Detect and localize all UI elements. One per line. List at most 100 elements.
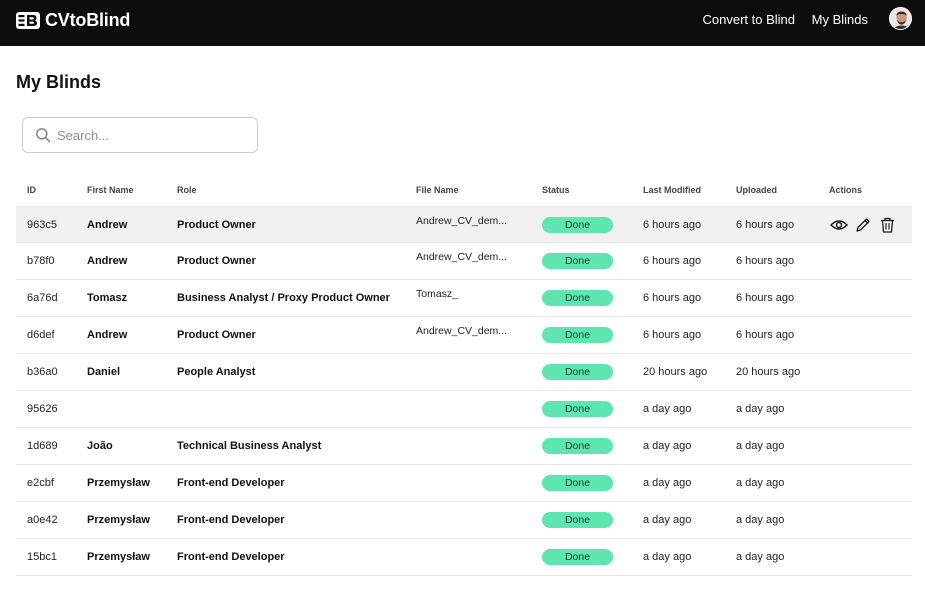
header-id[interactable]: ID bbox=[27, 185, 36, 195]
cell-uploaded: a day ago bbox=[736, 477, 785, 489]
search-input[interactable] bbox=[57, 118, 253, 152]
cell-role: Front-end Developer bbox=[177, 477, 285, 489]
cell-last-modified: a day ago bbox=[643, 477, 692, 489]
search-box[interactable] bbox=[22, 117, 258, 153]
logo-icon bbox=[16, 12, 40, 29]
cell-id: 15bc1 bbox=[27, 551, 57, 563]
search-icon bbox=[36, 128, 51, 143]
cell-first-name: Andrew bbox=[87, 329, 128, 341]
table-body: 963c5 Andrew Product Owner Andrew_CV_dem… bbox=[16, 206, 912, 576]
status-badge: Done bbox=[542, 401, 613, 417]
header-last-modified[interactable]: Last Modified bbox=[643, 185, 701, 195]
cell-last-modified: 6 hours ago bbox=[643, 219, 702, 231]
cell-uploaded: 6 hours ago bbox=[736, 255, 795, 267]
cell-role: People Analyst bbox=[177, 366, 256, 378]
cell-last-modified: 20 hours ago bbox=[643, 366, 708, 378]
cell-id: a0e42 bbox=[27, 514, 58, 526]
status-badge: Done bbox=[542, 438, 613, 454]
avatar-icon bbox=[890, 8, 911, 29]
cell-first-name: Tomasz bbox=[87, 292, 128, 304]
cell-first-name: João bbox=[87, 440, 113, 452]
cell-role: Front-end Developer bbox=[177, 551, 285, 563]
nav-my-blinds[interactable]: My Blinds bbox=[812, 12, 868, 27]
table-row[interactable]: d6def Andrew Product Owner Andrew_CV_dem… bbox=[16, 317, 912, 354]
status-badge: Done bbox=[542, 364, 613, 380]
table-row[interactable]: 1d689 João Technical Business Analyst Do… bbox=[16, 428, 912, 465]
status-badge: Done bbox=[542, 217, 613, 233]
cell-id: 963c5 bbox=[27, 219, 57, 231]
header-status[interactable]: Status bbox=[542, 185, 570, 195]
table-row[interactable]: b36a0 Daniel People Analyst Done 20 hour… bbox=[16, 354, 912, 391]
table-row[interactable]: b78f0 Andrew Product Owner Andrew_CV_dem… bbox=[16, 243, 912, 280]
blinds-table: ID First Name Role File Name Status Last… bbox=[16, 180, 912, 576]
cell-uploaded: 20 hours ago bbox=[736, 366, 801, 378]
pencil-icon bbox=[856, 218, 870, 232]
cell-id: 1d689 bbox=[27, 440, 58, 452]
status-badge: Done bbox=[542, 290, 613, 306]
cell-last-modified: a day ago bbox=[643, 514, 692, 526]
cell-uploaded: a day ago bbox=[736, 551, 785, 563]
table-row[interactable]: 95626 Done a day ago a day ago bbox=[16, 391, 912, 428]
cell-file-name: Andrew_CV_dem... bbox=[416, 251, 508, 263]
cell-role: Business Analyst / Proxy Product Owner bbox=[177, 292, 390, 304]
view-button[interactable] bbox=[829, 216, 849, 234]
cell-first-name: Daniel bbox=[87, 366, 121, 378]
cell-role: Product Owner bbox=[177, 255, 256, 267]
cell-first-name: Andrew bbox=[87, 255, 128, 267]
header-first-name[interactable]: First Name bbox=[87, 185, 134, 195]
cell-role: Product Owner bbox=[177, 219, 256, 231]
cell-role: Technical Business Analyst bbox=[177, 440, 322, 452]
table-row[interactable]: 963c5 Andrew Product Owner Andrew_CV_dem… bbox=[16, 206, 912, 243]
status-badge: Done bbox=[542, 475, 613, 491]
cell-id: b78f0 bbox=[27, 255, 55, 267]
cell-first-name: Andrew bbox=[87, 219, 128, 231]
top-navbar: CVtoBlind Convert to Blind My Blinds bbox=[0, 0, 925, 46]
cell-last-modified: 6 hours ago bbox=[643, 255, 702, 267]
eye-icon bbox=[830, 220, 848, 230]
status-badge: Done bbox=[542, 327, 613, 343]
cell-uploaded: 6 hours ago bbox=[736, 329, 795, 341]
table-row[interactable]: 6a76d Tomasz Business Analyst / Proxy Pr… bbox=[16, 280, 912, 317]
edit-button[interactable] bbox=[853, 216, 873, 234]
user-avatar[interactable] bbox=[889, 7, 912, 30]
table-row[interactable]: 15bc1 Przemysław Front-end Developer Don… bbox=[16, 539, 912, 576]
status-badge: Done bbox=[542, 253, 613, 269]
nav-convert-to-blind[interactable]: Convert to Blind bbox=[703, 12, 796, 27]
delete-button[interactable] bbox=[877, 216, 897, 234]
header-uploaded[interactable]: Uploaded bbox=[736, 185, 777, 195]
cell-first-name: Przemysław bbox=[87, 514, 150, 526]
cell-uploaded: 6 hours ago bbox=[736, 219, 795, 231]
cell-id: 6a76d bbox=[27, 292, 58, 304]
page-title: My Blinds bbox=[16, 72, 102, 92]
cell-first-name: Przemysław bbox=[87, 551, 150, 563]
app-name: CVtoBlind bbox=[45, 10, 131, 30]
header-file-name[interactable]: File Name bbox=[416, 185, 459, 195]
cell-file-name: Andrew_CV_dem... bbox=[416, 215, 508, 227]
brand-logo[interactable]: CVtoBlind bbox=[16, 10, 130, 31]
cell-uploaded: a day ago bbox=[736, 403, 785, 415]
cell-last-modified: 6 hours ago bbox=[643, 329, 702, 341]
cell-role: Front-end Developer bbox=[177, 514, 285, 526]
cell-uploaded: a day ago bbox=[736, 440, 785, 452]
header-role[interactable]: Role bbox=[177, 185, 197, 195]
cell-file-name: Tomasz_ bbox=[416, 288, 459, 300]
cell-id: e2cbf bbox=[27, 477, 54, 489]
status-badge: Done bbox=[542, 512, 613, 528]
header-actions: Actions bbox=[829, 185, 863, 195]
table-header: ID First Name Role File Name Status Last… bbox=[16, 180, 912, 206]
cell-last-modified: a day ago bbox=[643, 403, 692, 415]
row-actions bbox=[829, 216, 897, 234]
cell-last-modified: a day ago bbox=[643, 551, 692, 563]
cell-uploaded: 6 hours ago bbox=[736, 292, 795, 304]
cell-file-name: Andrew_CV_dem... bbox=[416, 325, 508, 337]
cell-last-modified: 6 hours ago bbox=[643, 292, 702, 304]
cell-role: Product Owner bbox=[177, 329, 256, 341]
trash-icon bbox=[880, 217, 894, 233]
table-row[interactable]: a0e42 Przemysław Front-end Developer Don… bbox=[16, 502, 912, 539]
cell-id: d6def bbox=[27, 329, 55, 341]
cell-id: 95626 bbox=[27, 403, 58, 415]
table-row[interactable]: e2cbf Przemysław Front-end Developer Don… bbox=[16, 465, 912, 502]
cell-id: b36a0 bbox=[27, 366, 58, 378]
cell-first-name: Przemysław bbox=[87, 477, 150, 489]
status-badge: Done bbox=[542, 549, 613, 565]
